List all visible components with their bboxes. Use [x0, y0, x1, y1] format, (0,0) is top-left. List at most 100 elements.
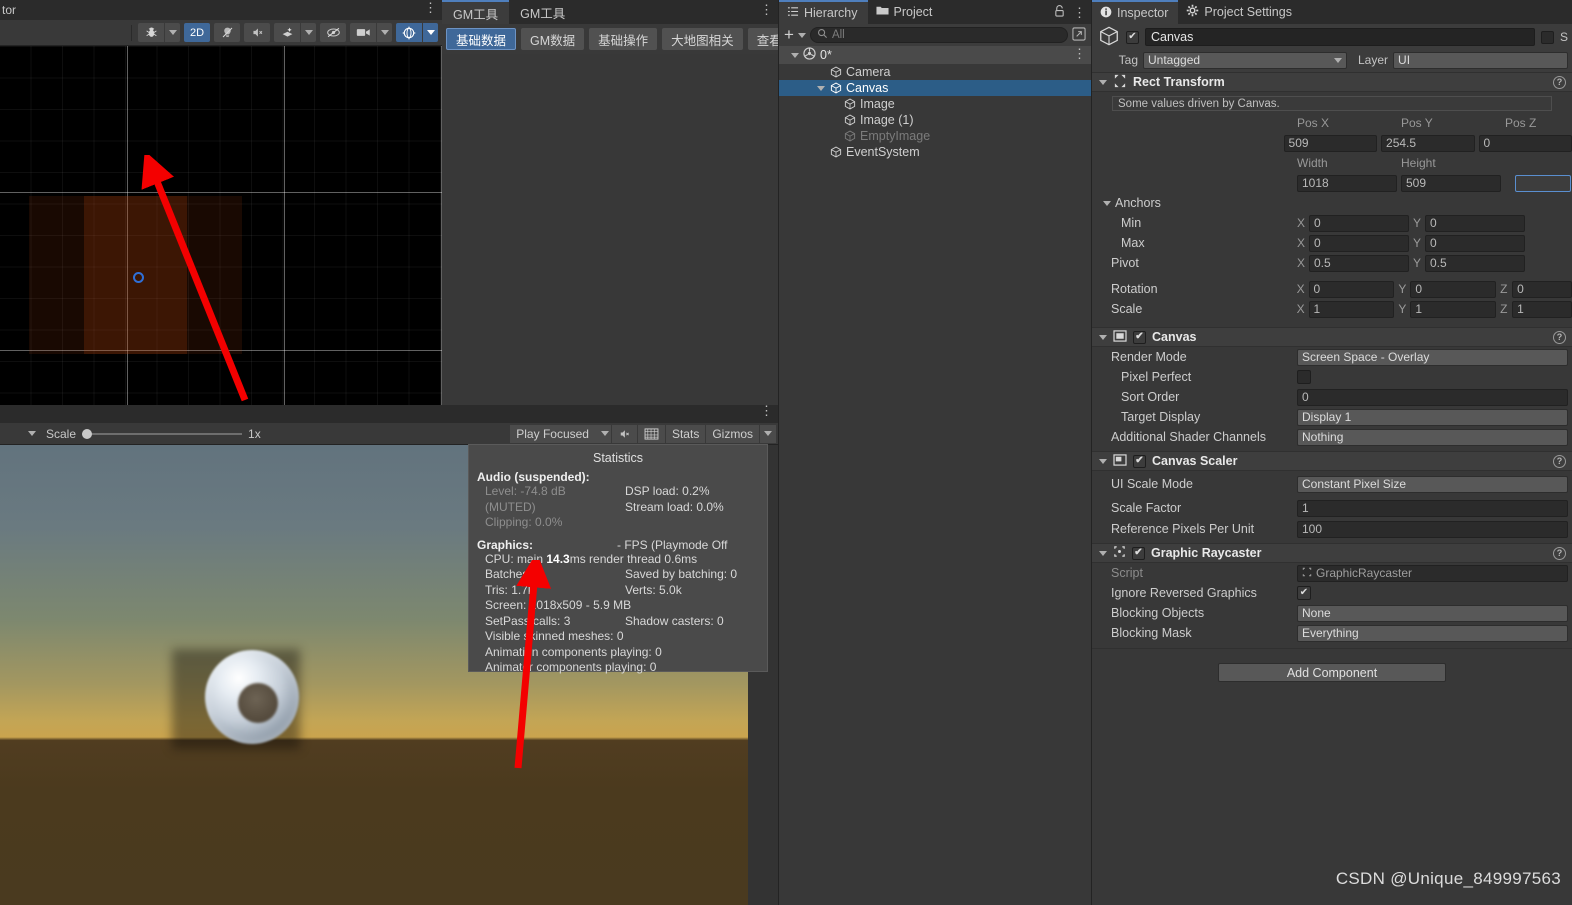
speaker-muted-icon[interactable] — [244, 23, 270, 42]
hierarchy-scene-root[interactable]: 0* ⋮ — [779, 46, 1091, 64]
scene-gizmos-group[interactable] — [396, 23, 438, 42]
chevron-down-icon[interactable] — [164, 23, 180, 42]
component-header-canvas-scaler[interactable]: ✔ Canvas Scaler ? — [1092, 451, 1572, 471]
gameobject-name-field[interactable]: Canvas — [1145, 28, 1535, 46]
hierarchy-item-emptyimage[interactable]: EmptyImage — [779, 128, 1091, 144]
hierarchy-item-image-1[interactable]: Image (1) — [779, 112, 1091, 128]
aspect-grid-button[interactable] — [637, 424, 665, 443]
anchor-max-y-field[interactable]: 0 — [1425, 234, 1525, 252]
tab-gm-tool-2[interactable]: GM工具 — [509, 0, 576, 24]
scale-factor-field[interactable]: 1 — [1297, 499, 1568, 517]
help-icon[interactable]: ? — [1553, 454, 1566, 468]
canvas-scaler-enabled-checkbox[interactable]: ✔ — [1133, 454, 1146, 468]
game-panel-menu-icon[interactable]: ⋮ — [760, 404, 773, 417]
add-component-button[interactable]: Add Component — [1218, 663, 1446, 682]
rotation-y-field[interactable]: 0 — [1410, 280, 1497, 298]
gizmo-globe-icon[interactable] — [396, 23, 422, 42]
hierarchy-item-image[interactable]: Image — [779, 96, 1091, 112]
blocking-mask-dropdown[interactable]: Everything — [1297, 624, 1568, 642]
scene-context-menu-icon[interactable]: ⋮ — [1073, 47, 1086, 60]
tab-project[interactable]: Project — [868, 0, 943, 24]
component-header-graphic-raycaster[interactable]: ✔ Graphic Raycaster ? — [1092, 543, 1572, 563]
scale-z-field[interactable]: 1 — [1512, 300, 1572, 318]
chevron-down-icon[interactable] — [28, 431, 36, 436]
gm-button-world-map[interactable]: 大地图相关 — [662, 28, 743, 50]
ignore-reversed-checkbox[interactable]: ✔ — [1297, 586, 1311, 600]
chevron-down-icon[interactable] — [1099, 458, 1107, 464]
pos-x-field[interactable]: 509 — [1283, 134, 1378, 152]
stats-button[interactable]: Stats — [665, 424, 706, 443]
layer-dropdown[interactable]: UI — [1393, 51, 1568, 69]
gizmos-button[interactable]: Gizmos — [706, 424, 759, 443]
scale-x-field[interactable]: 1 — [1308, 300, 1395, 318]
hierarchy-panel-menu-icon[interactable]: ⋮ — [1073, 6, 1086, 19]
chevron-down-icon[interactable] — [797, 32, 806, 38]
chevron-down-icon[interactable] — [1099, 334, 1107, 340]
anchor-min-y-field[interactable]: 0 — [1425, 214, 1525, 232]
rotation-z-field[interactable]: 0 — [1512, 280, 1572, 298]
tab-gm-tool-1[interactable]: GM工具 — [442, 0, 510, 24]
component-header-canvas[interactable]: ✔ Canvas ? — [1092, 327, 1572, 347]
scale-slider[interactable] — [82, 428, 243, 440]
chevron-down-icon[interactable] — [1103, 200, 1111, 206]
play-mode-dropdown[interactable]: Play Focused — [510, 424, 611, 443]
hierarchy-item-camera[interactable]: Camera — [779, 64, 1091, 80]
2d-toggle-button[interactable]: 2D — [184, 23, 210, 42]
gm-button-basic-ops[interactable]: 基础操作 — [589, 28, 658, 50]
canvas-enabled-checkbox[interactable]: ✔ — [1133, 330, 1146, 344]
help-icon[interactable]: ? — [1553, 330, 1566, 344]
script-field[interactable]: GraphicRaycaster — [1297, 564, 1568, 582]
help-icon[interactable]: ? — [1553, 546, 1566, 560]
width-field[interactable]: 1018 — [1297, 174, 1397, 192]
scale-slider-knob[interactable] — [82, 428, 93, 439]
scene-viewport[interactable] — [0, 46, 442, 405]
mute-audio-button[interactable] — [611, 424, 637, 443]
rotation-x-field[interactable]: 0 — [1308, 280, 1395, 298]
help-icon[interactable]: ? — [1553, 75, 1566, 89]
height-field[interactable]: 509 — [1401, 174, 1501, 192]
pivot-y-field[interactable]: 0.5 — [1425, 254, 1525, 272]
scene-panel-menu-icon[interactable]: ⋮ — [424, 1, 437, 14]
blocking-objects-dropdown[interactable]: None — [1297, 604, 1568, 622]
tab-project-settings[interactable]: Project Settings — [1178, 0, 1302, 24]
lock-icon[interactable] — [1054, 4, 1065, 20]
hierarchy-item-eventsystem[interactable]: EventSystem — [779, 144, 1091, 160]
anchors-foldout[interactable]: Anchors — [1092, 193, 1572, 213]
gm-button-basic-data[interactable]: 基础数据 — [446, 28, 517, 50]
chevron-down-icon[interactable] — [791, 52, 799, 58]
gm-button-view[interactable]: 查看 — [747, 28, 778, 50]
anchor-min-x-field[interactable]: 0 — [1309, 214, 1409, 232]
scene-camera-group[interactable] — [350, 23, 392, 42]
chevron-down-icon[interactable] — [760, 424, 776, 443]
chevron-down-icon[interactable] — [376, 23, 392, 42]
fx-icon[interactable] — [274, 23, 300, 42]
chevron-down-icon[interactable] — [1099, 550, 1107, 556]
chevron-down-icon[interactable] — [422, 23, 438, 42]
gameobject-enabled-checkbox[interactable]: ✔ — [1126, 30, 1139, 44]
tab-hierarchy[interactable]: Hierarchy — [779, 0, 868, 24]
graphic-raycaster-enabled-checkbox[interactable]: ✔ — [1132, 546, 1145, 560]
scene-effects-group[interactable] — [274, 23, 316, 42]
pixel-perfect-checkbox[interactable] — [1297, 370, 1311, 384]
hierarchy-item-canvas[interactable]: Canvas — [779, 80, 1091, 96]
scale-y-field[interactable]: 1 — [1410, 300, 1497, 318]
search-expand-icon[interactable] — [1072, 26, 1086, 44]
pivot-handle[interactable] — [133, 272, 144, 283]
component-header-rect-transform[interactable]: Rect Transform ? — [1092, 72, 1572, 92]
gm-button-gm-data[interactable]: GM数据 — [521, 28, 585, 50]
eye-off-icon[interactable] — [320, 23, 346, 42]
camera-icon[interactable] — [350, 23, 376, 42]
tab-inspector[interactable]: Inspector — [1092, 0, 1179, 24]
anchor-preset-box[interactable] — [1515, 174, 1571, 192]
scene-draw-mode-group[interactable] — [138, 23, 180, 42]
static-checkbox[interactable] — [1540, 30, 1554, 44]
tag-dropdown[interactable]: Untagged — [1143, 51, 1347, 69]
chevron-down-icon[interactable] — [817, 85, 826, 91]
add-gameobject-button[interactable]: + — [784, 26, 794, 43]
bug-icon[interactable] — [138, 23, 164, 42]
render-mode-dropdown[interactable]: Screen Space - Overlay — [1297, 348, 1568, 366]
ui-scale-mode-dropdown[interactable]: Constant Pixel Size — [1297, 475, 1568, 493]
target-display-dropdown[interactable]: Display 1 — [1297, 408, 1568, 426]
lightbulb-off-icon[interactable] — [214, 23, 240, 42]
shader-channels-dropdown[interactable]: Nothing — [1297, 428, 1568, 446]
